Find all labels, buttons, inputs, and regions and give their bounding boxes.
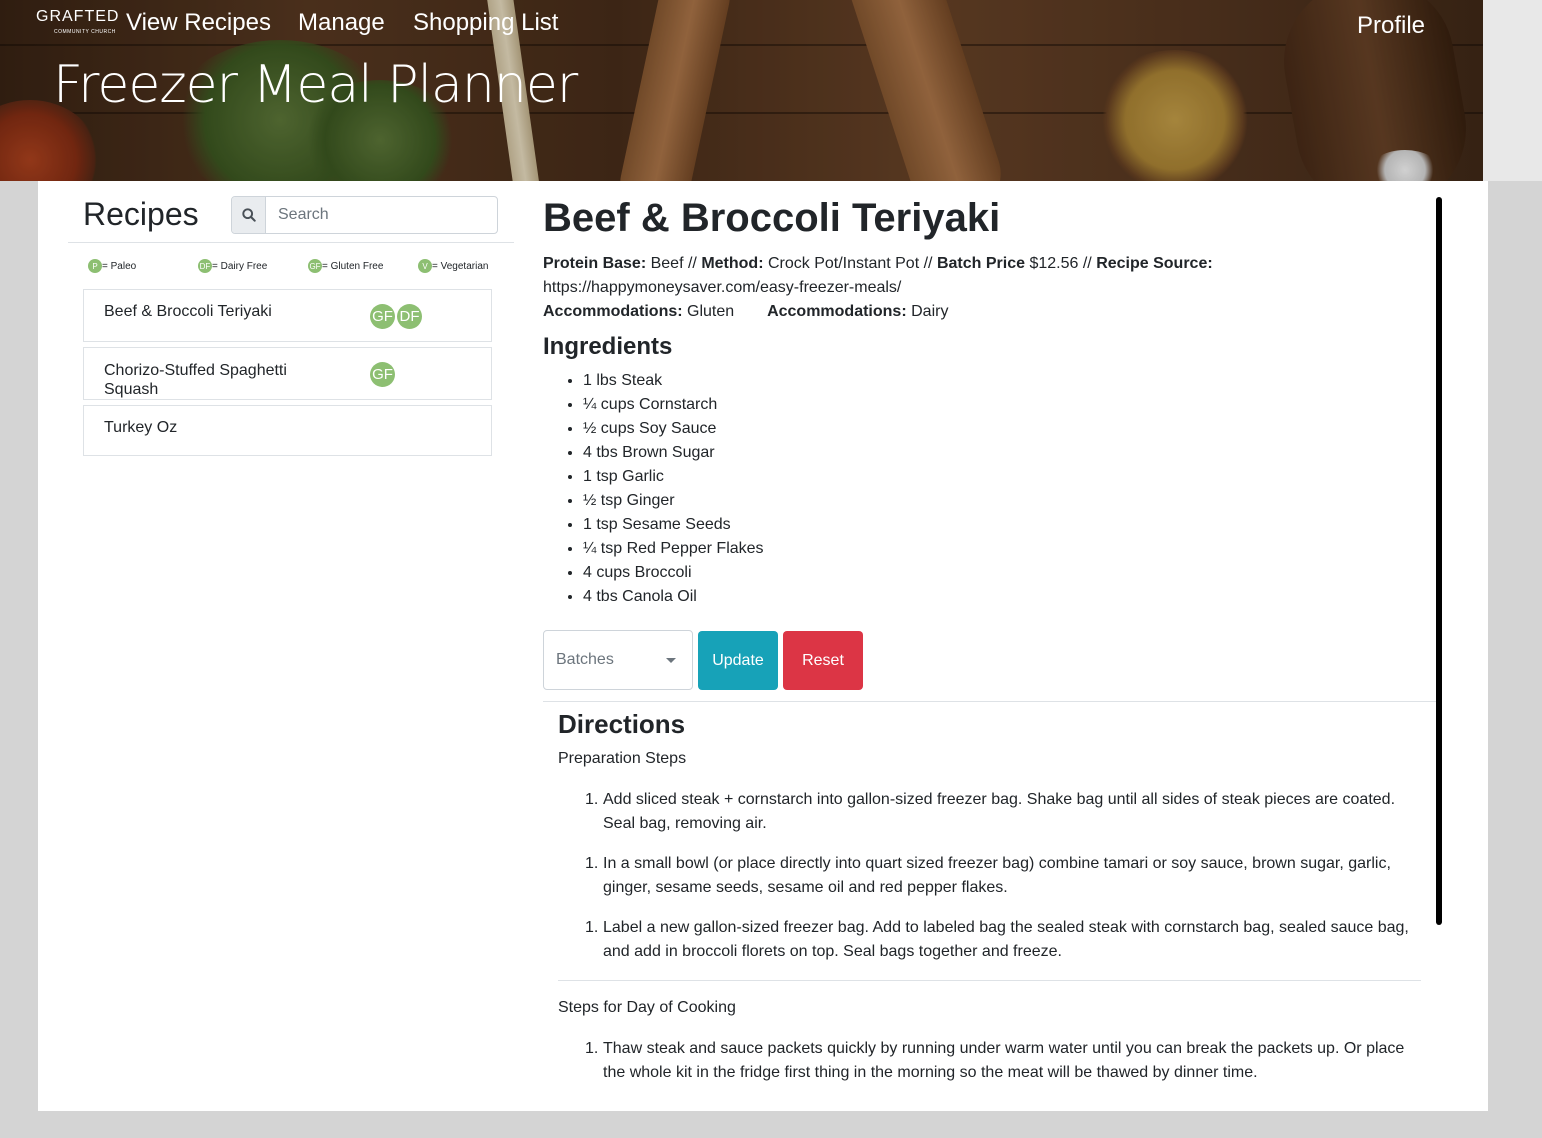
ingredient-item: 4 tbs Brown Sugar: [583, 441, 764, 465]
method-label: Method:: [701, 255, 764, 272]
ingredient-item: 4 cups Broccoli: [583, 561, 764, 585]
prep-step: 1. Add sliced steak + cornstarch into ga…: [585, 788, 1415, 836]
cooking-steps-heading: Steps for Day of Cooking: [558, 999, 736, 1016]
recipes-heading: Recipes: [83, 196, 199, 232]
directions-heading: Directions: [558, 709, 686, 739]
search-icon: [241, 208, 256, 222]
legend-vegetarian: V = Vegetarian: [418, 259, 488, 273]
gluten-free-badge-icon: GF: [308, 259, 322, 273]
step-number: 1.: [585, 919, 599, 936]
recipe-name: Turkey Oz: [104, 419, 178, 436]
batch-price-label: Batch Price: [936, 255, 1025, 272]
step-number: 1.: [585, 791, 599, 808]
accommodation-value: Gluten: [687, 303, 735, 320]
ingredient-item: 1 lbs Steak: [583, 369, 764, 393]
cook-step: 1. Thaw steak and sauce packets quickly …: [585, 1037, 1415, 1085]
dairy-free-badge: DF: [397, 304, 422, 329]
method-value: Crock Pot/Instant Pot: [767, 255, 920, 272]
recipe-source-label: Recipe Source:: [1096, 255, 1213, 272]
ingredient-item: ¼ tsp Red Pepper Flakes: [583, 537, 764, 561]
caret-down-icon: [666, 658, 676, 663]
app-title: Freezer Meal Planner: [53, 55, 578, 115]
step-number: 1.: [585, 1040, 599, 1057]
recipe-source-link[interactable]: https://happymoneysaver.com/easy-freezer…: [543, 276, 901, 300]
ingredient-item: 1 tsp Sesame Seeds: [583, 513, 764, 537]
grafted-logo[interactable]: GRAFTED COMMUNITY CHURCH: [36, 8, 120, 35]
ingredient-item: 4 tbs Canola Oil: [583, 585, 764, 609]
recipe-list-item[interactable]: Chorizo-Stuffed Spaghetti Squash GF: [83, 347, 492, 400]
recipe-list-item[interactable]: Turkey Oz: [83, 405, 492, 456]
recipe-list-item[interactable]: Beef & Broccoli Teriyaki GF DF: [83, 289, 492, 342]
ingredient-item: 1 tsp Garlic: [583, 465, 764, 489]
ingredient-item: ½ tsp Ginger: [583, 489, 764, 513]
step-number: 1.: [585, 855, 599, 872]
header-banner: GRAFTED COMMUNITY CHURCH View Recipes Ma…: [0, 0, 1542, 181]
paleo-badge-icon: P: [88, 259, 102, 273]
search-group: [231, 196, 498, 234]
legend-gluten-free: GF = Gluten Free: [308, 259, 383, 273]
recipe-name: Beef & Broccoli Teriyaki: [104, 303, 272, 320]
recipe-name: Chorizo-Stuffed Spaghetti Squash: [104, 362, 287, 398]
ingredients-list: 1 lbs Steak ¼ cups Cornstarch ½ cups Soy…: [583, 369, 764, 609]
recipe-title: Beef & Broccoli Teriyaki: [543, 196, 1001, 240]
recipe-meta-line: Protein Base: Beef // Method: Crock Pot/…: [543, 252, 1213, 276]
batches-placeholder: Batches: [556, 651, 614, 668]
steps-divider: [558, 980, 1421, 981]
separator: //: [1082, 255, 1092, 272]
legend-label: = Vegetarian: [432, 260, 489, 272]
ingredients-heading: Ingredients: [543, 333, 673, 360]
nav-view-recipes[interactable]: View Recipes: [126, 9, 271, 37]
step-text: In a small bowl (or place directly into …: [603, 855, 1391, 896]
preparation-steps-heading: Preparation Steps: [558, 750, 687, 767]
step-text: Label a new gallon-sized freezer bag. Ad…: [603, 919, 1409, 960]
sidebar-divider: [68, 242, 514, 243]
accommodation-label: Accommodations:: [767, 303, 907, 320]
prep-step: 1. In a small bowl (or place directly in…: [585, 852, 1415, 900]
protein-label: Protein Base:: [543, 255, 647, 272]
vegetarian-badge-icon: V: [418, 259, 432, 273]
ingredient-item: ½ cups Soy Sauce: [583, 417, 764, 441]
accommodation-value: Dairy: [911, 303, 949, 320]
gluten-free-badge: GF: [370, 304, 395, 329]
logo-wordmark: GRAFTED: [36, 8, 120, 25]
search-input[interactable]: [266, 197, 497, 233]
directions-divider: [543, 701, 1436, 702]
step-text: Add sliced steak + cornstarch into gallo…: [603, 791, 1396, 832]
detail-scrollbar[interactable]: [1436, 197, 1442, 925]
nav-shopping-list[interactable]: Shopping List: [413, 9, 558, 37]
batch-price-value: $12.56: [1029, 255, 1079, 272]
logo-subtitle: COMMUNITY CHURCH: [54, 29, 116, 35]
nav-manage[interactable]: Manage: [298, 9, 385, 37]
separator: //: [923, 255, 933, 272]
protein-value: Beef: [650, 255, 684, 272]
ingredient-item: ¼ cups Cornstarch: [583, 393, 764, 417]
legend-dairy-free: DF = Dairy Free: [198, 259, 267, 273]
prep-step: 1. Label a new gallon-sized freezer bag.…: [585, 916, 1415, 964]
update-button[interactable]: Update: [698, 631, 778, 690]
separator: //: [687, 255, 697, 272]
header-edge: [1483, 0, 1542, 181]
gluten-free-badge: GF: [370, 362, 395, 387]
legend-label: = Gluten Free: [322, 260, 384, 272]
reset-button[interactable]: Reset: [783, 631, 863, 690]
legend-paleo: P = Paleo: [88, 259, 136, 273]
dairy-free-badge-icon: DF: [198, 259, 212, 273]
step-text: Thaw steak and sauce packets quickly by …: [603, 1040, 1405, 1081]
nav-profile[interactable]: Profile: [1357, 12, 1425, 40]
accommodations-line: Accommodations: Gluten Accommodations: D…: [543, 300, 948, 324]
accommodation-label: Accommodations:: [543, 303, 683, 320]
search-button[interactable]: [232, 197, 266, 233]
legend-label: = Paleo: [102, 260, 137, 272]
batches-select[interactable]: Batches: [543, 630, 693, 690]
legend-label: = Dairy Free: [212, 260, 268, 272]
